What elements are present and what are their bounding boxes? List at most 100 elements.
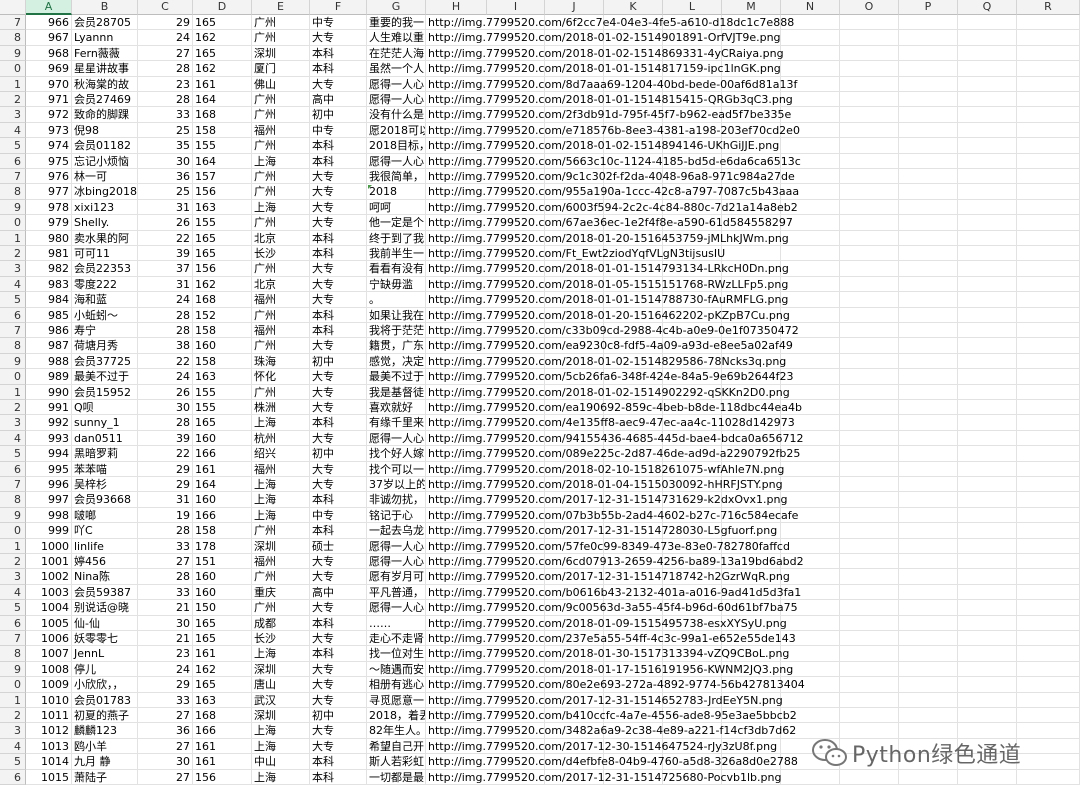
cell-h[interactable]: 162 (193, 61, 252, 77)
cell-name[interactable]: 秋海棠的故 (72, 76, 138, 92)
cell-empty[interactable] (1017, 538, 1080, 554)
row-header[interactable]: 9 (0, 507, 26, 524)
cell-url[interactable]: http://img.7799520.com/5663c10c-1124-418… (426, 154, 801, 169)
cell-city[interactable]: 绍兴 (252, 446, 310, 462)
cell-name[interactable]: 会员22353 (72, 261, 138, 277)
cell-empty[interactable] (958, 615, 1017, 631)
cell-empty[interactable] (781, 292, 840, 308)
cell-edu[interactable]: 大专 (310, 554, 367, 570)
cell-url[interactable]: http://img.7799520.com/2018-01-02-151486… (426, 46, 784, 62)
cell-empty[interactable] (781, 615, 840, 631)
cell-empty[interactable] (899, 261, 958, 277)
cell-empty[interactable] (899, 584, 958, 601)
cell-id[interactable]: 1002 (26, 569, 72, 585)
cell-h[interactable]: 168 (193, 107, 252, 123)
cell-empty[interactable] (781, 307, 840, 323)
cell-url[interactable]: http://img.7799520.com/e718576b-8ee3-438… (426, 123, 800, 139)
cell-empty[interactable] (899, 215, 958, 231)
cell-empty[interactable] (899, 276, 958, 293)
cell-name[interactable]: Lyannn (72, 30, 138, 46)
row-header[interactable]: 1 (0, 538, 26, 554)
row-header[interactable]: 1 (0, 76, 26, 92)
cell-empty[interactable] (1017, 584, 1080, 601)
cell-empty[interactable] (958, 400, 1017, 416)
cell-name[interactable]: 别说话@晓 (72, 600, 138, 616)
cell-desc[interactable]: 感觉，决定 (367, 353, 426, 370)
row-header[interactable]: 2 (0, 246, 26, 262)
cell-name[interactable]: 会员01783 (72, 692, 138, 708)
cell-id[interactable]: 1013 (26, 738, 72, 755)
cell-empty[interactable] (1017, 107, 1080, 123)
cell-h[interactable]: 160 (193, 569, 252, 585)
row-header[interactable]: 6 (0, 461, 26, 477)
row-header[interactable]: 5 (0, 754, 26, 770)
cell-empty[interactable] (840, 30, 899, 46)
column-header-l[interactable]: L (663, 0, 722, 15)
cell-h[interactable]: 168 (193, 708, 252, 724)
row-header[interactable]: 8 (0, 492, 26, 508)
cell-empty[interactable] (1017, 323, 1080, 339)
cell-empty[interactable] (781, 353, 840, 370)
cell-empty[interactable] (1017, 92, 1080, 108)
cell-age[interactable]: 28 (138, 415, 193, 431)
cell-empty[interactable] (899, 246, 958, 262)
cell-url[interactable]: http://img.7799520.com/2017-12-31-151472… (426, 770, 781, 785)
cell-age[interactable]: 35 (138, 138, 193, 154)
cell-name[interactable]: 会员37725 (72, 353, 138, 370)
cell-empty[interactable] (781, 492, 840, 508)
cell-url[interactable]: http://img.7799520.com/2018-01-02-151489… (426, 138, 779, 154)
cell-age[interactable]: 23 (138, 646, 193, 662)
cell-age[interactable]: 30 (138, 153, 193, 169)
cell-edu[interactable]: 大专 (310, 461, 367, 477)
cell-age[interactable]: 33 (138, 584, 193, 601)
cell-age[interactable]: 24 (138, 661, 193, 678)
cell-name[interactable]: Q呗 (72, 400, 138, 416)
row-header[interactable]: 9 (0, 353, 26, 370)
cell-empty[interactable] (958, 261, 1017, 277)
cell-name[interactable]: linlife (72, 538, 138, 554)
cell-name[interactable]: 初夏的燕子 (72, 708, 138, 724)
column-header-c[interactable]: C (138, 0, 193, 15)
cell-empty[interactable] (899, 600, 958, 616)
cell-url[interactable]: http://img.7799520.com/9c1c302f-f2da-404… (426, 169, 795, 185)
cell-empty[interactable] (840, 107, 899, 123)
cell-url[interactable]: http://img.7799520.com/2018-01-20-151646… (426, 308, 790, 323)
cell-empty[interactable] (1017, 369, 1080, 385)
row-header[interactable]: 0 (0, 677, 26, 693)
cell-name[interactable]: 黑暗罗莉 (72, 446, 138, 462)
cell-name[interactable]: 最美不过于 (72, 369, 138, 385)
cell-desc[interactable]: 37岁以上的 (367, 477, 426, 493)
cell-city[interactable]: 深圳 (252, 661, 310, 678)
cell-name[interactable]: 会员28705 (72, 15, 138, 31)
cell-name[interactable]: 会员15952 (72, 384, 138, 400)
cell-empty[interactable] (899, 415, 958, 431)
cell-h[interactable]: 161 (193, 646, 252, 662)
cell-city[interactable]: 广州 (252, 261, 310, 277)
cell-edu[interactable]: 本科 (310, 323, 367, 339)
cell-desc[interactable]: 寻觅愿意一 (367, 692, 426, 708)
cell-desc[interactable]: 愿得一人心 (367, 92, 426, 108)
cell-h[interactable]: 151 (193, 554, 252, 570)
cell-empty[interactable] (899, 492, 958, 508)
cell-empty[interactable] (899, 554, 958, 570)
cell-id[interactable]: 1003 (26, 584, 72, 601)
cell-empty[interactable] (958, 507, 1017, 524)
cell-empty[interactable] (781, 230, 840, 246)
cell-h[interactable]: 152 (193, 307, 252, 323)
cell-name[interactable]: 星星讲故事 (72, 61, 138, 77)
cell-city[interactable]: 广州 (252, 384, 310, 400)
cell-empty[interactable] (840, 15, 899, 31)
cell-h[interactable]: 160 (193, 430, 252, 447)
cell-empty[interactable] (781, 523, 840, 539)
cell-empty[interactable] (1017, 76, 1080, 92)
cell-empty[interactable] (840, 215, 899, 231)
cell-name[interactable]: 啵啷 (72, 507, 138, 524)
row-header[interactable]: 9 (0, 661, 26, 678)
cell-h[interactable]: 160 (193, 492, 252, 508)
cell-desc[interactable]: 找个好人嫁 (367, 446, 426, 462)
cell-name[interactable]: 忘记小烦恼 (72, 153, 138, 169)
cell-h[interactable]: 165 (193, 230, 252, 246)
cell-empty[interactable] (899, 76, 958, 92)
cell-edu[interactable]: 大专 (310, 723, 367, 739)
cell-h[interactable]: 156 (193, 184, 252, 200)
